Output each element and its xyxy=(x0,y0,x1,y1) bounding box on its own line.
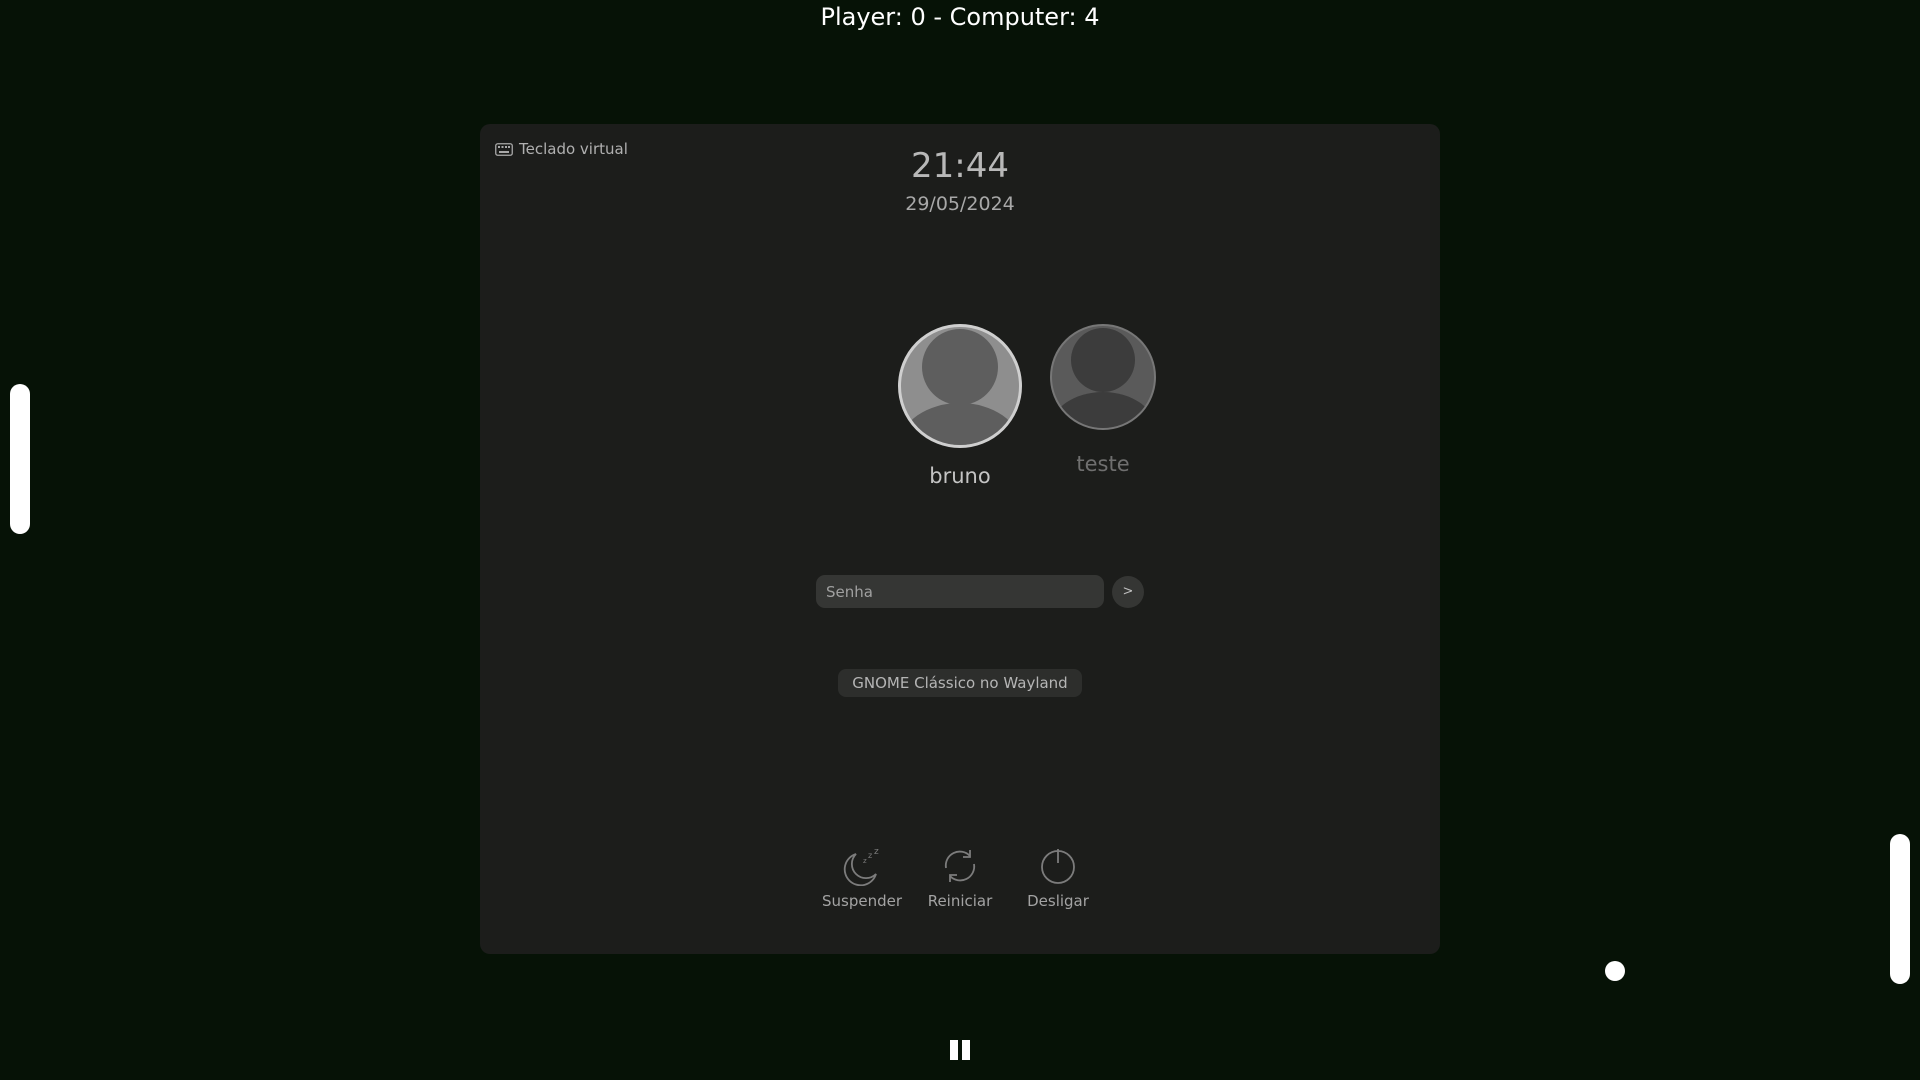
moon-sleep-icon: z z z xyxy=(843,847,879,886)
suspend-label: Suspender xyxy=(821,892,903,910)
shutdown-label: Desligar xyxy=(1027,892,1089,910)
game-stage: Player: 0 - Computer: 4 Teclado virtual … xyxy=(0,0,1920,1080)
session-selector[interactable]: GNOME Clássico no Wayland xyxy=(838,669,1082,697)
restart-label: Reiniciar xyxy=(927,892,993,910)
user-silhouette-icon xyxy=(901,329,1019,445)
user-name: teste xyxy=(1076,452,1130,476)
computer-paddle xyxy=(1890,834,1910,984)
score-display: Player: 0 - Computer: 4 xyxy=(820,3,1100,31)
restart-icon xyxy=(944,850,976,882)
pause-bar-left xyxy=(950,1040,958,1060)
user-name: bruno xyxy=(929,464,991,488)
suspend-button[interactable]: z z z Suspender xyxy=(814,846,910,910)
avatar xyxy=(898,324,1022,448)
login-screen: Teclado virtual 21:44 29/05/2024 bruno t… xyxy=(480,124,1440,954)
pause-bar-right xyxy=(962,1040,970,1060)
clock-date: 29/05/2024 xyxy=(905,193,1015,215)
submit-button[interactable]: > xyxy=(1112,576,1144,608)
player-paddle[interactable] xyxy=(10,384,30,534)
svg-text:z: z xyxy=(863,857,867,865)
user-teste[interactable]: teste xyxy=(1050,324,1156,476)
restart-button[interactable]: Reiniciar xyxy=(912,846,1008,910)
power-icon xyxy=(1041,849,1075,884)
user-bruno[interactable]: bruno xyxy=(898,324,1022,488)
avatar xyxy=(1050,324,1156,430)
shutdown-button[interactable]: Desligar xyxy=(1010,846,1106,910)
password-input[interactable] xyxy=(816,575,1104,608)
svg-text:z: z xyxy=(868,851,872,860)
user-silhouette-icon xyxy=(1052,328,1154,428)
svg-text:z: z xyxy=(874,847,879,857)
clock-time: 21:44 xyxy=(911,146,1009,186)
pause-button[interactable] xyxy=(950,1040,970,1060)
ball xyxy=(1605,961,1625,981)
